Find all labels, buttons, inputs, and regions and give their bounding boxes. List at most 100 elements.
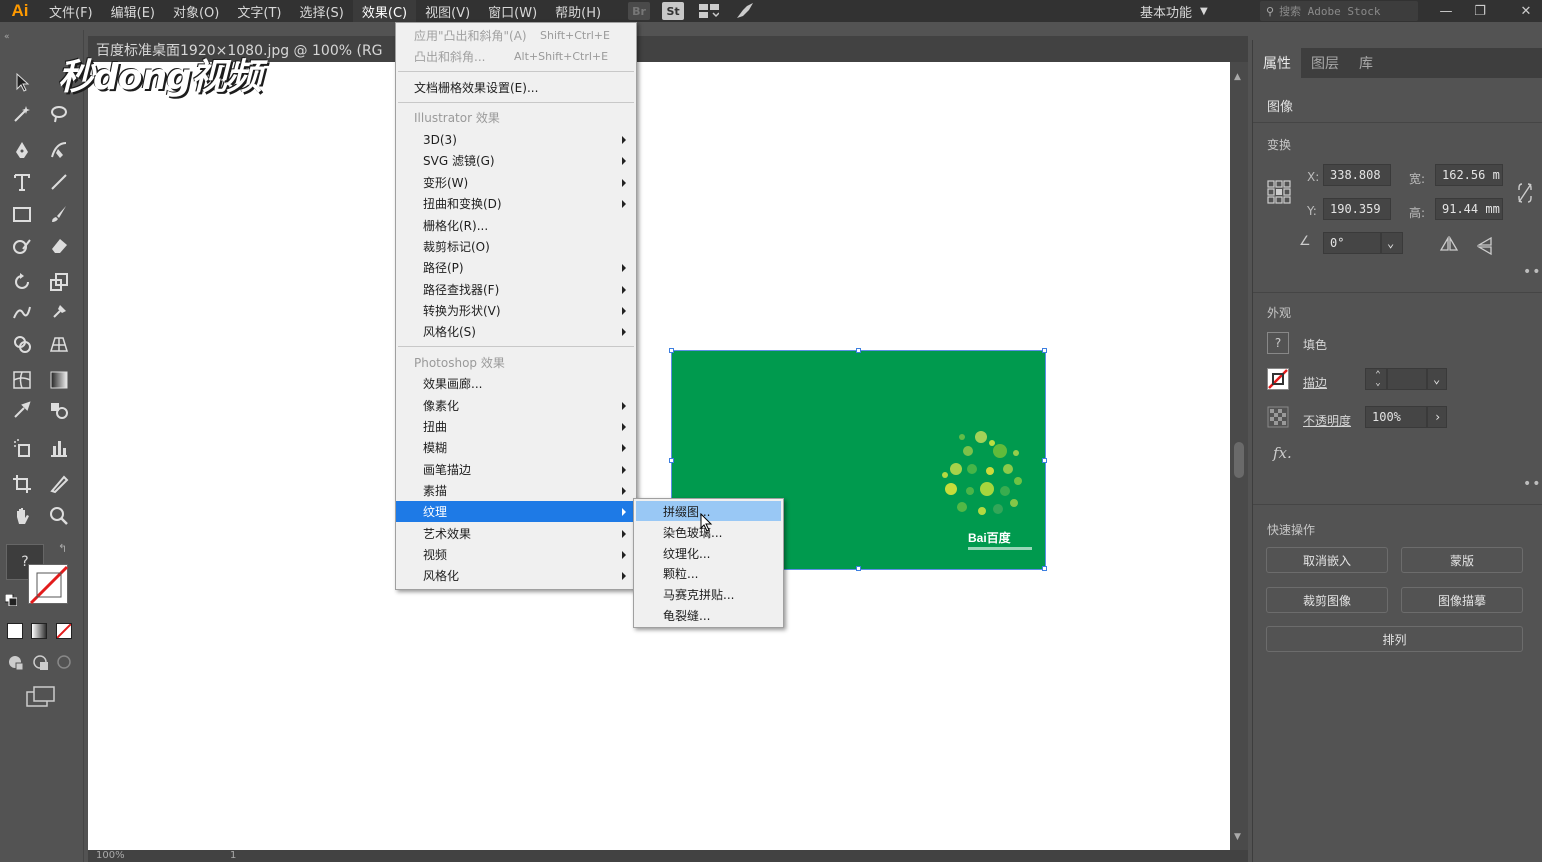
- height-field[interactable]: 91.44 mm: [1435, 198, 1503, 220]
- perspective-grid-tool-icon[interactable]: [44, 330, 74, 358]
- tab-libraries[interactable]: 库: [1349, 48, 1383, 78]
- mask-button[interactable]: 蒙版: [1401, 547, 1523, 573]
- constrain-proportions-icon[interactable]: [1517, 182, 1533, 207]
- menu-item-rasterize[interactable]: 栅格化(R)...: [396, 215, 636, 236]
- arrange-button[interactable]: 排列: [1266, 626, 1523, 652]
- stroke-swatch[interactable]: [28, 564, 69, 605]
- page-number[interactable]: 1: [230, 850, 236, 861]
- resize-handle[interactable]: [1042, 566, 1047, 571]
- menu-item-pixelate[interactable]: 像素化: [396, 395, 636, 416]
- rectangle-tool-icon[interactable]: [7, 200, 37, 228]
- curvature-tool-icon[interactable]: [44, 136, 74, 164]
- stock-search-input[interactable]: ⚲ 搜索 Adobe Stock: [1260, 1, 1418, 21]
- menu-item-distort-transform[interactable]: 扭曲和变换(D): [396, 193, 636, 214]
- selection-tool-icon[interactable]: [7, 68, 37, 96]
- menu-item-pathfinder[interactable]: 路径查找器(F): [396, 279, 636, 300]
- swap-colors-icon[interactable]: ↰: [58, 542, 67, 555]
- gpu-performance-icon[interactable]: [734, 2, 756, 20]
- menu-help[interactable]: 帮助(H): [546, 0, 610, 22]
- restore-icon[interactable]: ❐: [1466, 0, 1494, 22]
- zoom-level[interactable]: 100%: [96, 850, 125, 861]
- minimize-icon[interactable]: —: [1432, 0, 1460, 22]
- menu-window[interactable]: 窗口(W): [479, 0, 546, 22]
- vertical-scrollbar[interactable]: ▲ ▼: [1230, 62, 1248, 850]
- reference-point-icon[interactable]: [1267, 180, 1291, 207]
- tab-properties[interactable]: 属性: [1253, 48, 1301, 78]
- mesh-tool-icon[interactable]: [7, 366, 37, 394]
- shaper-tool-icon[interactable]: [7, 232, 37, 260]
- slice-tool-icon[interactable]: [44, 470, 74, 498]
- arrange-documents-icon[interactable]: [698, 2, 720, 20]
- resize-handle[interactable]: [669, 458, 674, 463]
- menu-item-extrude-bevel[interactable]: 凸出和斜角... Alt+Shift+Ctrl+E: [396, 46, 636, 67]
- zoom-tool-icon[interactable]: [44, 502, 74, 530]
- angle-dropdown-icon[interactable]: ⌄: [1381, 232, 1403, 254]
- menu-edit[interactable]: 编辑(E): [102, 0, 164, 22]
- menu-item-distort[interactable]: 扭曲: [396, 416, 636, 437]
- scroll-up-icon[interactable]: ▲: [1234, 72, 1241, 82]
- line-tool-icon[interactable]: [44, 168, 74, 196]
- flip-vertical-icon[interactable]: [1476, 236, 1493, 259]
- opacity-arrow-icon[interactable]: ›: [1427, 406, 1447, 428]
- blend-tool-icon[interactable]: [44, 396, 74, 424]
- submenu-item-craquelure[interactable]: 龟裂缝...: [636, 605, 781, 625]
- stroke-label[interactable]: 描边: [1303, 374, 1327, 391]
- menu-item-svg-filters[interactable]: SVG 滤镜(G): [396, 150, 636, 171]
- resize-handle[interactable]: [669, 348, 674, 353]
- hand-tool-icon[interactable]: [7, 502, 37, 530]
- resize-handle[interactable]: [1042, 458, 1047, 463]
- scale-tool-icon[interactable]: [44, 268, 74, 296]
- more-options-icon[interactable]: •••: [1523, 264, 1542, 280]
- gradient-mode-icon[interactable]: [31, 623, 47, 639]
- crop-image-button[interactable]: 裁剪图像: [1266, 587, 1388, 613]
- opacity-field[interactable]: 100%: [1365, 406, 1427, 428]
- submenu-item-grain[interactable]: 颗粒...: [636, 563, 781, 583]
- stroke-weight-dropdown-icon[interactable]: ⌄: [1427, 368, 1447, 390]
- rotation-angle-field[interactable]: 0°: [1323, 232, 1381, 254]
- rotate-tool-icon[interactable]: [7, 268, 37, 296]
- menu-item-brush-strokes[interactable]: 画笔描边: [396, 459, 636, 480]
- bridge-button[interactable]: Br: [628, 2, 651, 20]
- column-graph-tool-icon[interactable]: [44, 434, 74, 462]
- menu-item-video[interactable]: 视频: [396, 544, 636, 565]
- menu-item-path[interactable]: 路径(P): [396, 257, 636, 278]
- close-icon[interactable]: ✕: [1512, 0, 1540, 22]
- menu-item-crop-marks[interactable]: 裁剪标记(O): [396, 236, 636, 257]
- vertical-scroll-thumb[interactable]: [1234, 442, 1244, 478]
- type-tool-icon[interactable]: [7, 168, 37, 196]
- menu-object[interactable]: 对象(O): [164, 0, 228, 22]
- tab-layers[interactable]: 图层: [1301, 48, 1349, 78]
- menu-view[interactable]: 视图(V): [416, 0, 479, 22]
- symbol-sprayer-tool-icon[interactable]: [7, 434, 37, 462]
- resize-handle[interactable]: [1042, 348, 1047, 353]
- menu-item-stylize-ps[interactable]: 风格化: [396, 565, 636, 586]
- more-options-icon[interactable]: •••: [1523, 476, 1542, 492]
- gradient-tool-icon[interactable]: [44, 366, 74, 394]
- menu-item-blur[interactable]: 模糊: [396, 437, 636, 458]
- menu-file[interactable]: 文件(F): [40, 0, 102, 22]
- menu-item-artistic[interactable]: 艺术效果: [396, 523, 636, 544]
- artboard-canvas[interactable]: [88, 62, 1230, 850]
- menu-type[interactable]: 文字(T): [228, 0, 290, 22]
- menu-item-convert-to-shape[interactable]: 转换为形状(V): [396, 300, 636, 321]
- default-colors-icon[interactable]: [4, 593, 18, 607]
- menu-item-stylize-ai[interactable]: 风格化(S): [396, 321, 636, 342]
- magic-wand-tool-icon[interactable]: [7, 100, 37, 128]
- flip-horizontal-icon[interactable]: [1439, 235, 1459, 255]
- shape-builder-tool-icon[interactable]: [7, 330, 37, 358]
- opacity-label[interactable]: 不透明度: [1303, 412, 1351, 429]
- menu-item-effect-gallery[interactable]: 效果画廊...: [396, 373, 636, 394]
- collapse-panel-icon[interactable]: «: [4, 32, 10, 42]
- fx-effects-button[interactable]: fx.: [1273, 444, 1292, 462]
- stock-button[interactable]: St: [662, 2, 685, 20]
- x-position-field[interactable]: 338.808: [1323, 164, 1391, 186]
- paintbrush-tool-icon[interactable]: [44, 200, 74, 228]
- screen-mode-icon[interactable]: [26, 686, 56, 711]
- menu-item-doc-raster-settings[interactable]: 文档栅格效果设置(E)...: [396, 77, 636, 98]
- menu-item-apply-extrude[interactable]: 应用"凸出和斜角"(A) Shift+Ctrl+E: [396, 25, 636, 46]
- menu-item-texture[interactable]: 纹理: [396, 501, 636, 522]
- menu-item-3d[interactable]: 3D(3): [396, 129, 636, 150]
- none-mode-icon[interactable]: [56, 623, 72, 639]
- color-mode-icon[interactable]: [7, 623, 23, 639]
- pen-tool-icon[interactable]: [7, 136, 37, 164]
